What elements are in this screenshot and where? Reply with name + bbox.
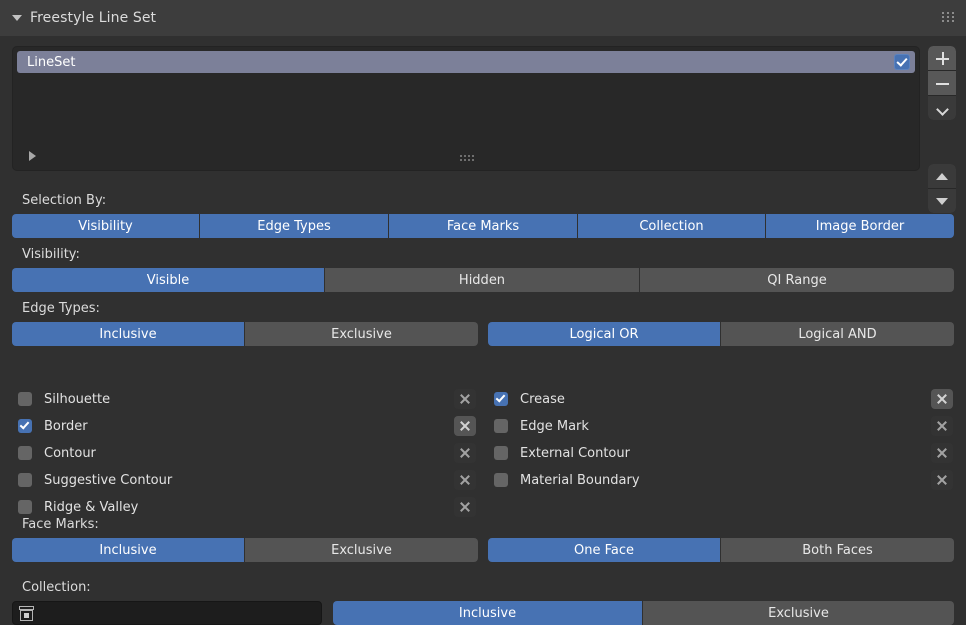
triangle-down-icon[interactable] bbox=[12, 13, 22, 23]
edge-types-logic-row: Logical OR Logical AND bbox=[488, 322, 954, 346]
exclude-crease-button[interactable] bbox=[931, 389, 953, 409]
edge-type-label: Crease bbox=[520, 392, 565, 407]
checkbox-ridge-valley[interactable] bbox=[18, 500, 32, 514]
checkbox-border[interactable] bbox=[18, 419, 32, 433]
lineset-name: LineSet bbox=[27, 55, 75, 70]
collection-exclusive-button[interactable]: Exclusive bbox=[643, 601, 954, 625]
lineset-reorder-controls bbox=[928, 164, 956, 213]
edge-type-label: Material Boundary bbox=[520, 473, 640, 488]
edge-type-label: Ridge & Valley bbox=[44, 500, 138, 515]
edge-types-logical-and-button[interactable]: Logical AND bbox=[721, 322, 954, 346]
face-marks-inclusive-button[interactable]: Inclusive bbox=[12, 538, 245, 562]
edge-types-exclusive-button[interactable]: Exclusive bbox=[245, 322, 478, 346]
collection-mode-row: Inclusive Exclusive bbox=[333, 601, 954, 625]
collection-label: Collection: bbox=[22, 580, 91, 595]
lineset-enabled-checkbox[interactable] bbox=[894, 54, 910, 70]
minus-icon bbox=[936, 77, 949, 90]
checkbox-edge-mark[interactable] bbox=[494, 419, 508, 433]
plus-icon bbox=[936, 52, 949, 65]
list-resize-grip-icon[interactable] bbox=[460, 155, 472, 162]
edge-type-label: External Contour bbox=[520, 446, 630, 461]
visibility-visible-button[interactable]: Visible bbox=[12, 268, 325, 292]
visibility-hidden-button[interactable]: Hidden bbox=[325, 268, 640, 292]
edge-type-row-border: Border bbox=[18, 415, 458, 437]
collection-icon bbox=[19, 606, 34, 621]
triangle-up-icon bbox=[936, 173, 948, 180]
edge-types-mode-row: Inclusive Exclusive bbox=[12, 322, 478, 346]
face-marks-both-faces-button[interactable]: Both Faces bbox=[721, 538, 954, 562]
edge-type-label: Edge Mark bbox=[520, 419, 589, 434]
edge-types-inclusive-button[interactable]: Inclusive bbox=[12, 322, 245, 346]
checkbox-crease[interactable] bbox=[494, 392, 508, 406]
lineset-list[interactable]: LineSet bbox=[12, 46, 920, 171]
checkbox-contour[interactable] bbox=[18, 446, 32, 460]
edge-types-label: Edge Types: bbox=[22, 301, 100, 316]
edge-types-logical-or-button[interactable]: Logical OR bbox=[488, 322, 721, 346]
lineset-specials-button[interactable] bbox=[928, 96, 956, 120]
page-title: Freestyle Line Set bbox=[30, 10, 156, 26]
edge-type-label: Silhouette bbox=[44, 392, 110, 407]
triangle-down-icon bbox=[936, 198, 948, 205]
face-marks-label: Face Marks: bbox=[22, 517, 99, 532]
edge-type-row-suggestive-contour: Suggestive Contour bbox=[18, 469, 458, 491]
edge-type-row-silhouette: Silhouette bbox=[18, 388, 458, 410]
face-marks-mode-row: Inclusive Exclusive bbox=[12, 538, 478, 562]
chevron-down-icon bbox=[937, 105, 948, 112]
lineset-list-controls bbox=[928, 46, 956, 120]
visibility-qi-range-button[interactable]: QI Range bbox=[640, 268, 954, 292]
exclude-suggestive-contour-button[interactable] bbox=[454, 470, 476, 490]
exclude-silhouette-button[interactable] bbox=[454, 389, 476, 409]
list-item[interactable]: LineSet bbox=[17, 51, 915, 73]
panel-header[interactable]: Freestyle Line Set bbox=[0, 0, 966, 37]
remove-lineset-button[interactable] bbox=[928, 71, 956, 95]
exclude-border-button[interactable] bbox=[454, 416, 476, 436]
face-marks-exclusive-button[interactable]: Exclusive bbox=[245, 538, 478, 562]
visibility-toggle-row: Visible Hidden QI Range bbox=[12, 268, 954, 292]
checkbox-material-boundary[interactable] bbox=[494, 473, 508, 487]
toggle-image-border[interactable]: Image Border bbox=[766, 214, 954, 238]
edge-type-row-external-contour: External Contour bbox=[494, 442, 924, 464]
collection-inclusive-button[interactable]: Inclusive bbox=[333, 601, 643, 625]
toggle-visibility[interactable]: Visibility bbox=[12, 214, 200, 238]
toggle-edge-types[interactable]: Edge Types bbox=[200, 214, 389, 238]
collection-field[interactable] bbox=[12, 601, 322, 625]
edge-type-row-contour: Contour bbox=[18, 442, 458, 464]
face-marks-one-face-button[interactable]: One Face bbox=[488, 538, 721, 562]
visibility-label: Visibility: bbox=[22, 247, 80, 262]
add-lineset-button[interactable] bbox=[928, 46, 956, 70]
edge-type-label: Border bbox=[44, 419, 88, 434]
grip-dots-icon[interactable] bbox=[942, 12, 954, 23]
edge-type-label: Suggestive Contour bbox=[44, 473, 172, 488]
toggle-collection[interactable]: Collection bbox=[578, 214, 766, 238]
checkbox-suggestive-contour[interactable] bbox=[18, 473, 32, 487]
move-lineset-up-button[interactable] bbox=[928, 164, 956, 188]
face-marks-face-row: One Face Both Faces bbox=[488, 538, 954, 562]
triangle-right-icon[interactable] bbox=[27, 150, 37, 162]
panel-body: LineSet Selection By: Visibility Edge Ty… bbox=[0, 36, 966, 599]
selection-by-toggle-row: Visibility Edge Types Face Marks Collect… bbox=[12, 214, 954, 238]
edge-type-row-crease: Crease bbox=[494, 388, 924, 410]
toggle-face-marks[interactable]: Face Marks bbox=[389, 214, 578, 238]
selection-by-label: Selection By: bbox=[22, 193, 106, 208]
exclude-edge-mark-button[interactable] bbox=[931, 416, 953, 436]
edge-type-row-ridge-valley: Ridge & Valley bbox=[18, 496, 458, 518]
edge-type-label: Contour bbox=[44, 446, 96, 461]
move-lineset-down-button[interactable] bbox=[928, 189, 956, 213]
checkbox-external-contour[interactable] bbox=[494, 446, 508, 460]
exclude-material-boundary-button[interactable] bbox=[931, 470, 953, 490]
exclude-external-contour-button[interactable] bbox=[931, 443, 953, 463]
exclude-ridge-valley-button[interactable] bbox=[454, 497, 476, 517]
edge-type-row-edge-mark: Edge Mark bbox=[494, 415, 924, 437]
checkbox-silhouette[interactable] bbox=[18, 392, 32, 406]
edge-type-row-material-boundary: Material Boundary bbox=[494, 469, 924, 491]
exclude-contour-button[interactable] bbox=[454, 443, 476, 463]
